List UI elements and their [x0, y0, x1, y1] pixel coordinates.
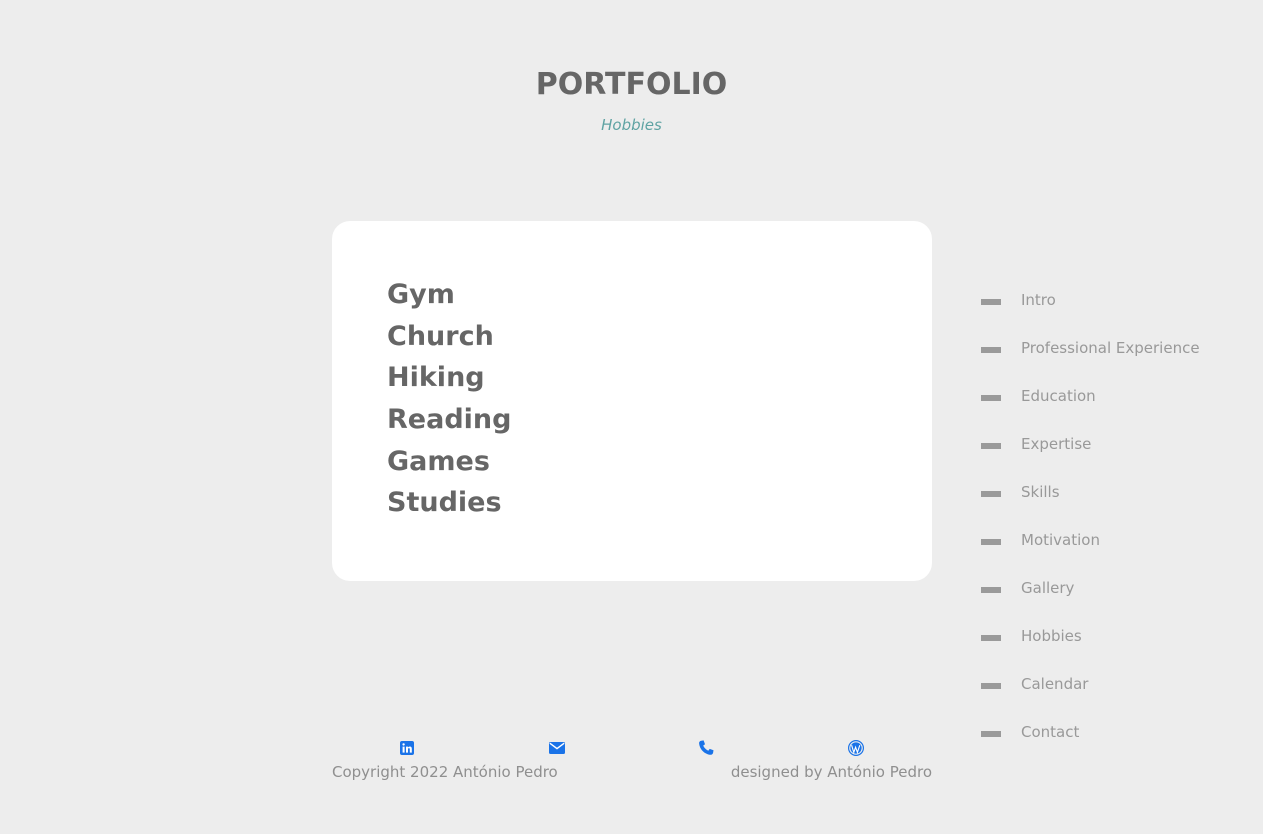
nav-item-label: Education	[1021, 387, 1096, 405]
nav-dash-icon	[981, 635, 1001, 641]
nav-item-gallery[interactable]: Gallery	[981, 564, 1241, 612]
nav-item-expertise[interactable]: Expertise	[981, 420, 1241, 468]
nav-item-label: Expertise	[1021, 435, 1092, 453]
hobby-item: Gym	[387, 279, 455, 310]
nav-dash-icon	[981, 683, 1001, 689]
nav-item-contact[interactable]: Contact	[981, 708, 1241, 756]
copyright-text: Copyright 2022 António Pedro	[332, 763, 558, 781]
nav-item-calendar[interactable]: Calendar	[981, 660, 1241, 708]
nav-dash-icon	[981, 731, 1001, 737]
nav-item-label: Skills	[1021, 483, 1060, 501]
nav-item-label: Intro	[1021, 291, 1056, 309]
hobby-item: Studies	[387, 487, 502, 519]
page-title: PORTFOLIO	[535, 67, 728, 102]
nav-item-label: Contact	[1021, 723, 1080, 741]
nav-item-intro[interactable]: Intro	[981, 276, 1241, 324]
section-subtitle: Hobbies	[601, 116, 662, 134]
nav-item-hobbies[interactable]: Hobbies	[981, 612, 1241, 660]
page: PORTFOLIO Hobbies Gym Church Hiking Read…	[0, 0, 1263, 834]
nav-item-education[interactable]: Education	[981, 372, 1241, 420]
hobby-item: Games	[387, 445, 490, 477]
nav-dash-icon	[981, 347, 1001, 353]
designed-by-text: designed by António Pedro	[730, 763, 932, 781]
nav-item-skills[interactable]: Skills	[981, 468, 1241, 516]
email-icon[interactable]	[549, 739, 565, 757]
nav-item-label: Gallery	[1021, 579, 1075, 597]
nav-dash-icon	[981, 539, 1001, 545]
linkedin-icon[interactable]	[399, 739, 415, 757]
phone-icon[interactable]	[698, 739, 714, 757]
nav-dash-icon	[981, 443, 1001, 449]
hobby-list: Gym Church Hiking Reading Games Studies	[387, 274, 511, 524]
nav-item-label: Calendar	[1021, 675, 1089, 693]
nav-dash-icon	[981, 491, 1001, 497]
nav-item-label: Motivation	[1021, 531, 1100, 549]
footer-social-links	[332, 739, 932, 757]
hobby-item: Church	[387, 320, 494, 352]
hobby-item: Hiking	[387, 362, 485, 394]
nav-item-motivation[interactable]: Motivation	[981, 516, 1241, 564]
hobby-item: Reading	[387, 404, 512, 436]
nav-item-label: Professional Experience	[1021, 339, 1200, 357]
nav-dash-icon	[981, 587, 1001, 593]
nav-item-professional-experience[interactable]: Professional Experience	[981, 324, 1241, 372]
hobbies-card: Gym Church Hiking Reading Games Studies	[332, 221, 932, 581]
nav-dash-icon	[981, 299, 1001, 305]
nav-item-label: Hobbies	[1021, 627, 1082, 645]
wordpress-icon[interactable]	[848, 739, 864, 757]
nav-dash-icon	[981, 395, 1001, 401]
section-nav: Intro Professional Experience Education …	[981, 276, 1241, 756]
